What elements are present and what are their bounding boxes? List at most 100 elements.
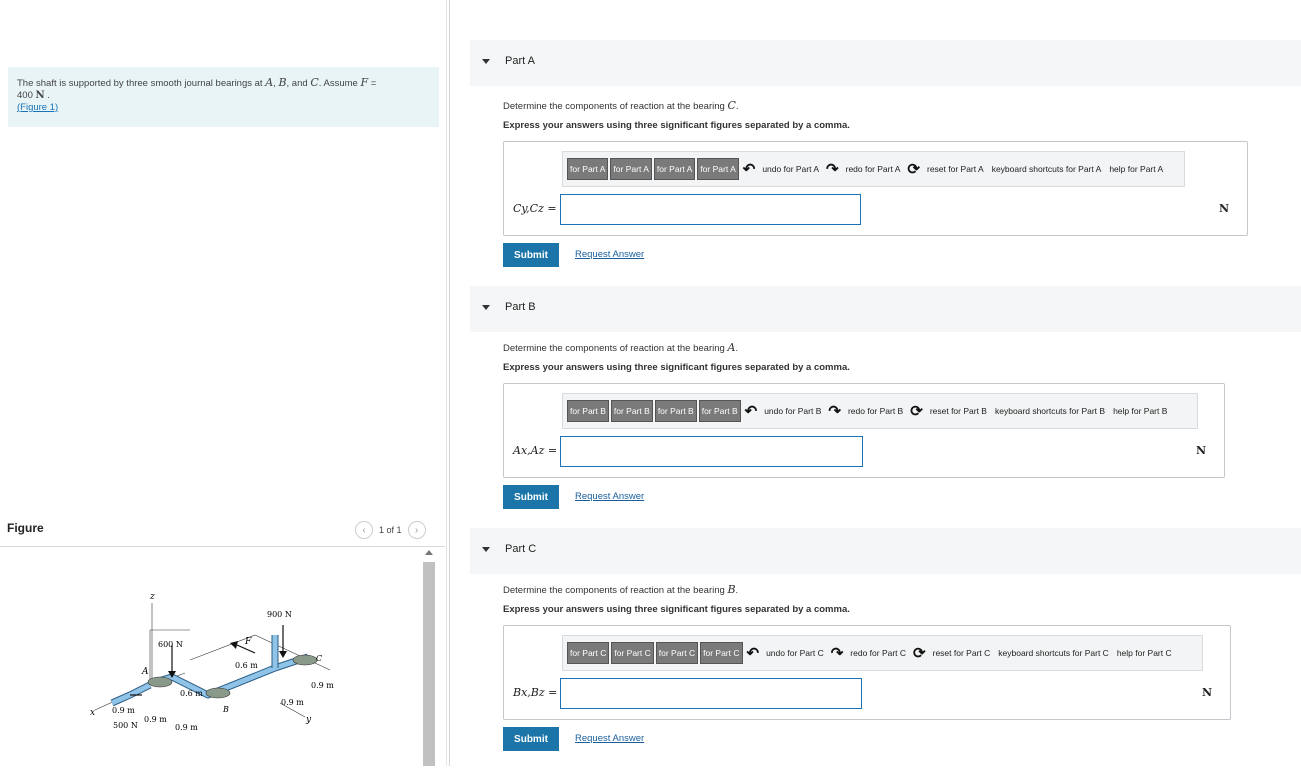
redo-button[interactable]: redo for Part B (845, 406, 906, 416)
prompt-text: Determine the components of reaction at … (503, 343, 728, 354)
greek-button[interactable]: for Part C (700, 642, 743, 664)
answer-input[interactable] (560, 436, 863, 467)
request-answer-link[interactable]: Request Answer (575, 491, 644, 502)
caret-down-icon[interactable] (482, 547, 490, 552)
part-b-label: Part B (505, 301, 536, 313)
part-c-header[interactable]: Part C (470, 528, 1301, 574)
prompt-end: . (735, 101, 739, 112)
symbol-button[interactable]: for Part B (654, 400, 697, 422)
unit-label: N (1201, 686, 1212, 699)
undo-icon[interactable]: ↶ (745, 644, 762, 662)
greek-button[interactable]: for Part B (698, 400, 741, 422)
keyboard-shortcuts-button[interactable]: keyboard shortcuts for Part B (992, 406, 1108, 416)
label-c: C (316, 654, 322, 663)
part-a-answer-box: for Part A for Part A for Part A for Par… (503, 141, 1248, 236)
x-axis-label: x (90, 708, 95, 718)
caret-down-icon[interactable] (482, 305, 490, 310)
figure-pager: ‹ 1 of 1 › (355, 521, 426, 539)
greek-button[interactable]: for Part A (697, 158, 739, 180)
chevron-left-icon[interactable]: ‹ (355, 521, 373, 539)
part-c-toolbar: for Part C for Part C for Part C for Par… (562, 635, 1203, 671)
symbol-button[interactable]: for Part C (655, 642, 699, 664)
template-button[interactable]: for Part C (567, 642, 610, 664)
help-button[interactable]: help for Part C (1114, 648, 1175, 658)
label-600n: 600 N (158, 640, 183, 649)
label-900n: 900 N (267, 610, 292, 619)
submit-button[interactable]: Submit (503, 243, 559, 267)
part-a-instruction: Express your answers using three signifi… (503, 120, 850, 131)
undo-icon[interactable]: ↶ (743, 402, 760, 420)
part-b-header[interactable]: Part B (470, 286, 1301, 332)
label-09m-b: 0.9 m (144, 715, 167, 724)
reset-button[interactable]: reset for Part C (930, 648, 994, 658)
vec-button[interactable]: for Part C (611, 642, 654, 664)
part-c-prompt: Determine the components of reaction at … (503, 583, 738, 596)
label-b: B (222, 705, 229, 714)
bearing-c-symbol: C (310, 76, 319, 89)
label-09m-e: 0.9 m (311, 681, 334, 690)
symbol-button[interactable]: for Part A (653, 158, 696, 180)
help-button[interactable]: help for Part A (1106, 164, 1166, 174)
reset-button[interactable]: reset for Part B (927, 406, 990, 416)
bearing-a (147, 676, 173, 688)
redo-button[interactable]: redo for Part C (847, 648, 909, 658)
redo-icon[interactable]: ↷ (824, 160, 841, 178)
chevron-right-icon[interactable]: › (407, 521, 426, 539)
redo-icon[interactable]: ↷ (829, 644, 846, 662)
answer-input[interactable] (560, 678, 862, 709)
unit-label: N (1195, 444, 1206, 457)
template-button[interactable]: for Part B (567, 400, 609, 422)
variable-label: Cy,Cz = (513, 202, 557, 215)
undo-button[interactable]: undo for Part B (761, 406, 824, 416)
panel-divider (449, 0, 450, 766)
caret-down-icon[interactable] (482, 59, 490, 64)
label-06m-b: 0.6 m (180, 689, 203, 698)
force-value: 400 (17, 90, 33, 101)
request-answer-link[interactable]: Request Answer (575, 733, 644, 744)
submit-button[interactable]: Submit (503, 727, 559, 751)
reset-icon[interactable]: ⟳ (911, 644, 928, 662)
label-09m-d: 0.9 m (281, 698, 304, 707)
part-a-header[interactable]: Part A (470, 40, 1301, 86)
problem-statement: The shaft is supported by three smooth j… (8, 67, 439, 127)
scroll-up-icon[interactable] (425, 550, 433, 555)
keyboard-shortcuts-button[interactable]: keyboard shortcuts for Part C (995, 648, 1112, 658)
figure-link[interactable]: (Figure 1) (17, 102, 58, 113)
part-c-instruction: Express your answers using three signifi… (503, 604, 850, 615)
reset-button[interactable]: reset for Part A (924, 164, 987, 174)
vec-button[interactable]: for Part B (610, 400, 653, 422)
figure-scrollbar[interactable] (421, 548, 437, 766)
keyboard-shortcuts-button[interactable]: keyboard shortcuts for Part A (989, 164, 1105, 174)
prompt-text: Determine the components of reaction at … (503, 101, 728, 112)
variable-label: Ax,Az = (513, 444, 558, 457)
problem-text-2: . Assume (318, 78, 361, 89)
bearing-a-symbol: A (265, 76, 274, 89)
figure-header: Figure ‹ 1 of 1 › (0, 515, 445, 547)
bearing-symbol: B (727, 583, 736, 596)
bearing-b-symbol: B (278, 76, 287, 89)
scroll-thumb[interactable] (423, 562, 435, 766)
undo-icon[interactable]: ↶ (741, 160, 758, 178)
help-button[interactable]: help for Part B (1110, 406, 1170, 416)
prompt-text: Determine the components of reaction at … (503, 585, 728, 596)
bearing-b (205, 687, 231, 699)
vec-button[interactable]: for Part A (610, 158, 652, 180)
part-c-answer-box: for Part C for Part C for Part C for Par… (503, 625, 1231, 720)
part-a-label: Part A (505, 55, 535, 67)
submit-button[interactable]: Submit (503, 485, 559, 509)
label-f: F (244, 637, 252, 647)
redo-button[interactable]: redo for Part A (843, 164, 904, 174)
template-button[interactable]: for Part A (567, 158, 609, 180)
problem-text-3: = (368, 78, 377, 89)
answer-input[interactable] (560, 194, 861, 225)
label-a: A (141, 667, 149, 677)
undo-button[interactable]: undo for Part A (759, 164, 822, 174)
redo-icon[interactable]: ↷ (826, 402, 843, 420)
reset-icon[interactable]: ⟳ (905, 160, 922, 178)
reset-icon[interactable]: ⟳ (908, 402, 925, 420)
label-09m-a: 0.9 m (112, 706, 135, 715)
undo-button[interactable]: undo for Part C (763, 648, 827, 658)
bearing-symbol: C (727, 99, 736, 112)
force-symbol: F (360, 76, 369, 89)
request-answer-link[interactable]: Request Answer (575, 249, 644, 260)
